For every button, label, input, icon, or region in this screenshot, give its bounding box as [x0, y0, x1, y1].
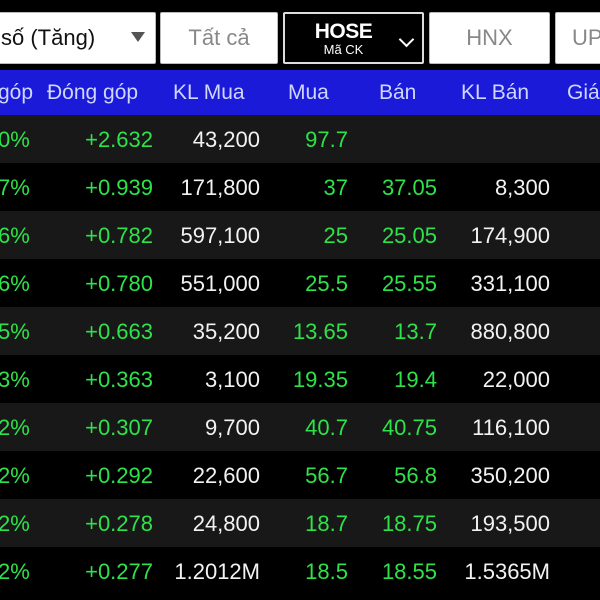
cell-sell: 25.55 [381, 271, 437, 296]
cell-buy: 56.7 [305, 463, 348, 488]
table-row[interactable]: 2% +0.307 9,700 40.7 40.75 116,100 [0, 403, 600, 451]
cell-sell: 25.05 [381, 223, 437, 248]
table-row[interactable]: 0% +2.632 43,200 97.7 [0, 115, 600, 163]
cell-pct: 3% [0, 367, 30, 392]
cell-buy: 25.5 [305, 271, 348, 296]
cell-contrib: +0.663 [85, 319, 153, 344]
cell-buy: 25 [323, 223, 348, 248]
cell-sell-vol: 331,100 [470, 271, 550, 296]
cell-contrib: +0.780 [85, 271, 153, 296]
table-row[interactable]: 6% +0.780 551,000 25.5 25.55 331,100 [0, 259, 600, 307]
caret-down-icon [131, 32, 145, 42]
filter-all-label: Tất cả [188, 25, 250, 50]
cell-sell-vol: 22,000 [482, 367, 550, 392]
tab-upcom-label: UP [572, 25, 600, 50]
cell-sell: 40.75 [381, 415, 437, 440]
exchange-select-hose[interactable]: HOSE Mã CK [283, 12, 424, 64]
cell-contrib: +0.278 [85, 511, 153, 536]
sort-select[interactable]: số (Tăng) [0, 12, 156, 64]
exchange-sub-label: Mã CK [323, 41, 364, 57]
table-row[interactable]: 7% +0.939 171,800 37 37.05 8,300 [0, 163, 600, 211]
cell-buy-vol: 24,800 [192, 511, 260, 536]
cell-pct: 2% [0, 511, 30, 536]
cell-sell: 13.7 [394, 319, 437, 344]
cell-buy-vol: 35,200 [192, 319, 260, 344]
cell-contrib: +0.782 [85, 223, 153, 248]
cell-sell-vol: 1.5365M [464, 559, 550, 584]
exchange-label: HOSE [314, 19, 373, 43]
cell-sell: 37.05 [381, 175, 437, 200]
cell-buy: 40.7 [305, 415, 348, 440]
cell-pct: 0% [0, 127, 30, 152]
cell-sell: 19.4 [394, 367, 437, 392]
col-buy-header[interactable]: Mua [288, 81, 329, 105]
col-price-header[interactable]: Giá [567, 81, 600, 105]
toolbar: số (Tăng) Tất cả HOSE Mã CK HNX UP [0, 0, 600, 70]
cell-sell-vol: 174,900 [470, 223, 550, 248]
cell-contrib: +0.939 [85, 175, 153, 200]
cell-sell-vol: 193,500 [470, 511, 550, 536]
cell-sell-vol: 8,300 [494, 175, 550, 200]
cell-pct: 2% [0, 559, 30, 584]
cell-buy-vol: 1.2012M [174, 559, 260, 584]
cell-buy-vol: 22,600 [192, 463, 260, 488]
tab-hnx[interactable]: HNX [429, 12, 550, 64]
cell-buy: 13.65 [292, 319, 348, 344]
table-row[interactable]: 6% +0.782 597,100 25 25.05 174,900 [0, 211, 600, 259]
col-contrib-header[interactable]: Đóng góp [47, 81, 138, 105]
table-row[interactable]: 2% +0.278 24,800 18.7 18.75 193,500 [0, 499, 600, 547]
table-header: góp Đóng góp KL Mua Mua Bán KL Bán Giá [0, 70, 600, 115]
cell-buy: 97.7 [305, 127, 348, 152]
filter-all-button[interactable]: Tất cả [160, 12, 278, 64]
cell-buy: 19.35 [292, 367, 348, 392]
tab-upcom[interactable]: UP [555, 12, 600, 64]
cell-pct: 5% [0, 319, 30, 344]
cell-sell-vol: 880,800 [470, 319, 550, 344]
cell-sell: 18.75 [381, 511, 437, 536]
col-sell-header[interactable]: Bán [379, 81, 416, 105]
cell-sell-vol: 350,200 [470, 463, 550, 488]
col-pct-contrib-header[interactable]: góp [0, 81, 33, 105]
cell-buy-vol: 551,000 [180, 271, 260, 296]
cell-sell-vol: 116,100 [472, 415, 550, 440]
cell-pct: 2% [0, 415, 30, 440]
cell-buy-vol: 9,700 [204, 415, 260, 440]
cell-buy: 18.5 [305, 559, 348, 584]
table-row[interactable]: 2% +0.292 22,600 56.7 56.8 350,200 [0, 451, 600, 499]
table-row[interactable]: 3% +0.363 3,100 19.35 19.4 22,000 [0, 355, 600, 403]
cell-contrib: +0.307 [85, 415, 153, 440]
cell-sell: 18.55 [381, 559, 437, 584]
cell-pct: 6% [0, 271, 30, 296]
table-row[interactable]: 2% +0.277 1.2012M 18.5 18.55 1.5365M [0, 547, 600, 595]
col-buy-vol-header[interactable]: KL Mua [173, 81, 245, 105]
cell-pct: 2% [0, 463, 30, 488]
col-sell-vol-header[interactable]: KL Bán [461, 81, 529, 105]
cell-pct: 7% [0, 175, 30, 200]
cell-contrib: +0.292 [85, 463, 153, 488]
cell-buy: 37 [323, 175, 348, 200]
cell-contrib: +0.363 [85, 367, 153, 392]
chevron-down-icon [398, 31, 415, 48]
cell-buy-vol: 3,100 [204, 367, 260, 392]
cell-contrib: +0.277 [85, 559, 153, 584]
cell-buy-vol: 171,800 [180, 175, 260, 200]
cell-buy: 18.7 [305, 511, 348, 536]
cell-contrib: +2.632 [85, 127, 153, 152]
tab-hnx-label: HNX [466, 25, 513, 50]
cell-pct: 6% [0, 223, 30, 248]
cell-buy-vol: 43,200 [192, 127, 260, 152]
table-row[interactable]: 5% +0.663 35,200 13.65 13.7 880,800 [0, 307, 600, 355]
cell-buy-vol: 597,100 [180, 223, 260, 248]
sort-select-label: số (Tăng) [1, 25, 96, 50]
cell-sell: 56.8 [394, 463, 437, 488]
